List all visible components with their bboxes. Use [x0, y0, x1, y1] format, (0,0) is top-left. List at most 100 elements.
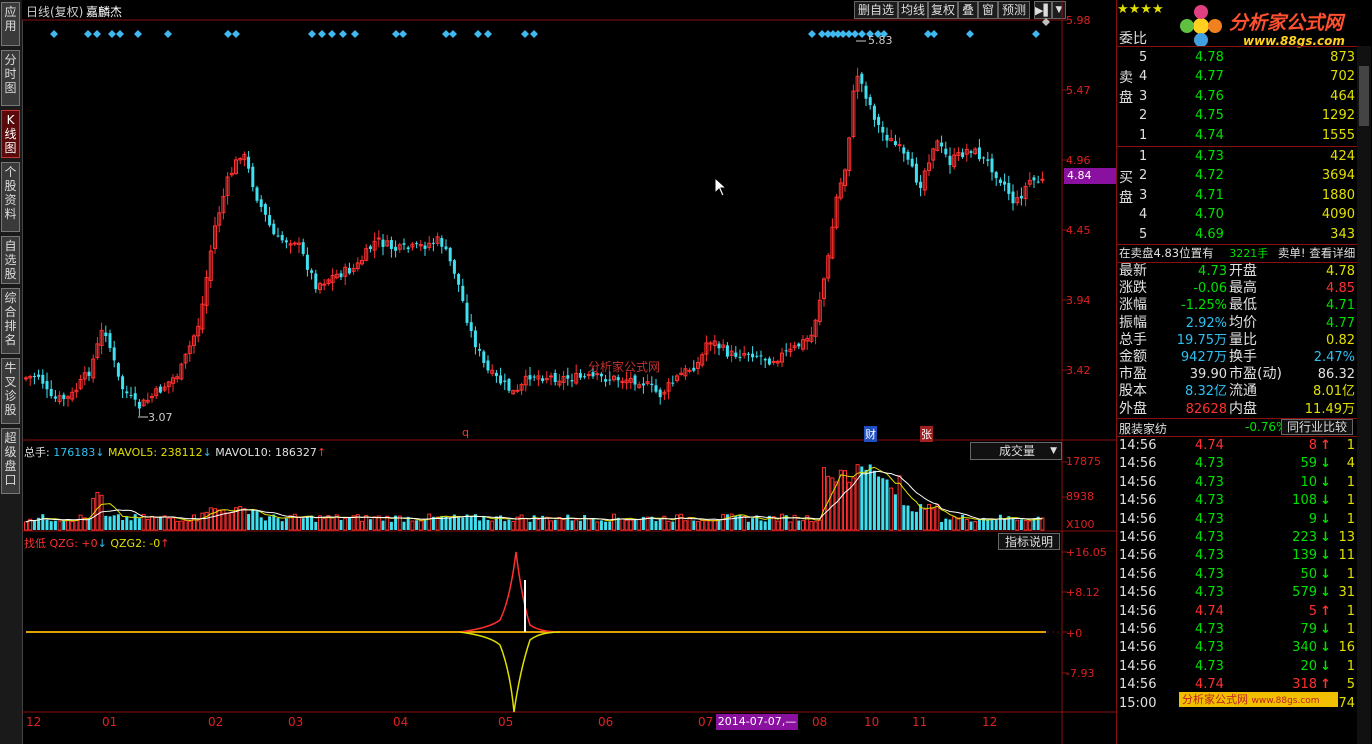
candle-body	[314, 273, 318, 290]
qzg-line	[459, 551, 561, 633]
candle-body	[402, 243, 406, 245]
cursor-date-tag: 2014-07-07,—	[716, 714, 798, 730]
volume-bar	[586, 518, 591, 531]
sell-order-row: 4 4.77 702	[1139, 69, 1355, 85]
volume-bar	[830, 477, 835, 531]
candle-body	[687, 369, 692, 372]
candle-body	[948, 155, 952, 166]
volume-bar	[166, 517, 171, 531]
candle-body	[549, 375, 553, 378]
volume-bar	[1023, 519, 1028, 531]
volume-bar	[931, 508, 936, 531]
volume-bar	[872, 470, 876, 530]
candle-body	[158, 386, 162, 393]
volume-bar	[944, 518, 948, 530]
volume-bar	[112, 515, 116, 530]
volume-bar	[108, 516, 112, 530]
signal-diamond-icon	[232, 30, 240, 38]
x-label: 01	[102, 715, 118, 729]
volume-bar	[595, 521, 600, 531]
candle-body	[767, 358, 771, 365]
mouse-cursor-icon	[714, 177, 728, 197]
volume-bar	[780, 513, 784, 531]
event-marker[interactable]: q	[462, 426, 469, 439]
volume-bar	[154, 517, 159, 531]
candle-body	[347, 267, 351, 274]
volume-bar	[708, 520, 713, 531]
price-label: 4.45	[1066, 224, 1091, 237]
price-label: 3.94	[1066, 294, 1091, 307]
volume-bar	[675, 514, 679, 531]
volume-bar	[553, 519, 557, 530]
signal-diamond-icon	[1042, 18, 1050, 26]
volume-bar	[687, 516, 692, 531]
volume-bar	[624, 519, 629, 531]
candle-body	[272, 223, 276, 235]
kline-chart[interactable]	[0, 0, 1116, 744]
sector-name[interactable]: 服装家纺	[1119, 420, 1167, 437]
volume-bar	[259, 517, 263, 530]
candle-body	[1003, 181, 1007, 185]
event-marker-rise[interactable]: 张	[920, 426, 933, 442]
volume-bar	[389, 521, 393, 530]
volume-bar	[364, 515, 369, 531]
volume-bar	[994, 519, 998, 530]
volume-bar	[242, 508, 247, 531]
volume-bar	[746, 521, 750, 530]
signal-diamond-icon	[484, 30, 492, 38]
stat-row: 外盘 82628 内盘 11.49万	[1119, 400, 1355, 417]
volume-bar	[280, 521, 284, 530]
order-notice[interactable]: 在卖盘4.83位置有 3221手 卖单! 查看详细	[1119, 245, 1355, 261]
volume-bar	[53, 520, 57, 530]
volume-bar	[62, 520, 66, 530]
volume-bar	[263, 520, 267, 530]
event-marker-finance[interactable]: 财	[864, 426, 877, 442]
candle-body	[108, 333, 112, 349]
compare-sector-button[interactable]: 同行业比较	[1281, 419, 1353, 435]
volume-bar	[272, 514, 276, 530]
candle-body	[125, 391, 129, 394]
signal-diamond-icon	[50, 30, 58, 38]
stat-row: 股本 8.32亿 流通 8.01亿	[1119, 383, 1355, 400]
volume-bar	[536, 519, 541, 531]
scrollbar[interactable]	[1357, 46, 1371, 744]
candle-body	[604, 379, 608, 382]
signal-diamond-icon	[530, 30, 538, 38]
signal-diamond-icon	[851, 30, 859, 38]
sell-order-row: 1 4.74 1555	[1139, 127, 1355, 143]
volume-bar	[225, 512, 230, 531]
indicator-selector[interactable]: 成交量 ▼	[970, 442, 1062, 460]
volume-bar	[700, 519, 705, 531]
candle-body	[503, 380, 507, 383]
indicator-help-button[interactable]: 指标说明	[998, 533, 1060, 550]
candle-body	[1019, 195, 1023, 199]
volume-bar	[129, 520, 133, 530]
candle-body	[255, 187, 259, 201]
signal-diamond-icon	[966, 30, 974, 38]
order-ratio-label: 委比	[1119, 31, 1147, 47]
volume-bar	[973, 521, 978, 531]
candle-body	[469, 322, 473, 332]
current-price-tag: 4.84	[1064, 168, 1116, 184]
x-label: 11	[912, 715, 928, 729]
candle-body	[877, 116, 881, 125]
detail-link: 查看详细	[1309, 246, 1356, 260]
volume-bar	[813, 521, 818, 531]
volume-bar	[528, 521, 532, 530]
candle-body	[725, 345, 729, 357]
candle-body	[940, 142, 944, 147]
volume-bar	[570, 520, 574, 530]
candle-body	[368, 246, 372, 250]
legend-value: 176183	[53, 446, 96, 459]
candle-body	[641, 383, 645, 386]
candle-body	[444, 246, 448, 250]
volume-bar	[885, 479, 889, 530]
volume-bar	[612, 513, 616, 531]
rating-stars: ★★★★	[1117, 2, 1164, 17]
volume-bar	[1011, 518, 1015, 530]
volume-bar	[158, 516, 162, 530]
candle-body	[32, 375, 36, 378]
signal-diamond-icon	[164, 30, 172, 38]
candle-body	[541, 378, 545, 381]
candle-body	[116, 363, 120, 377]
